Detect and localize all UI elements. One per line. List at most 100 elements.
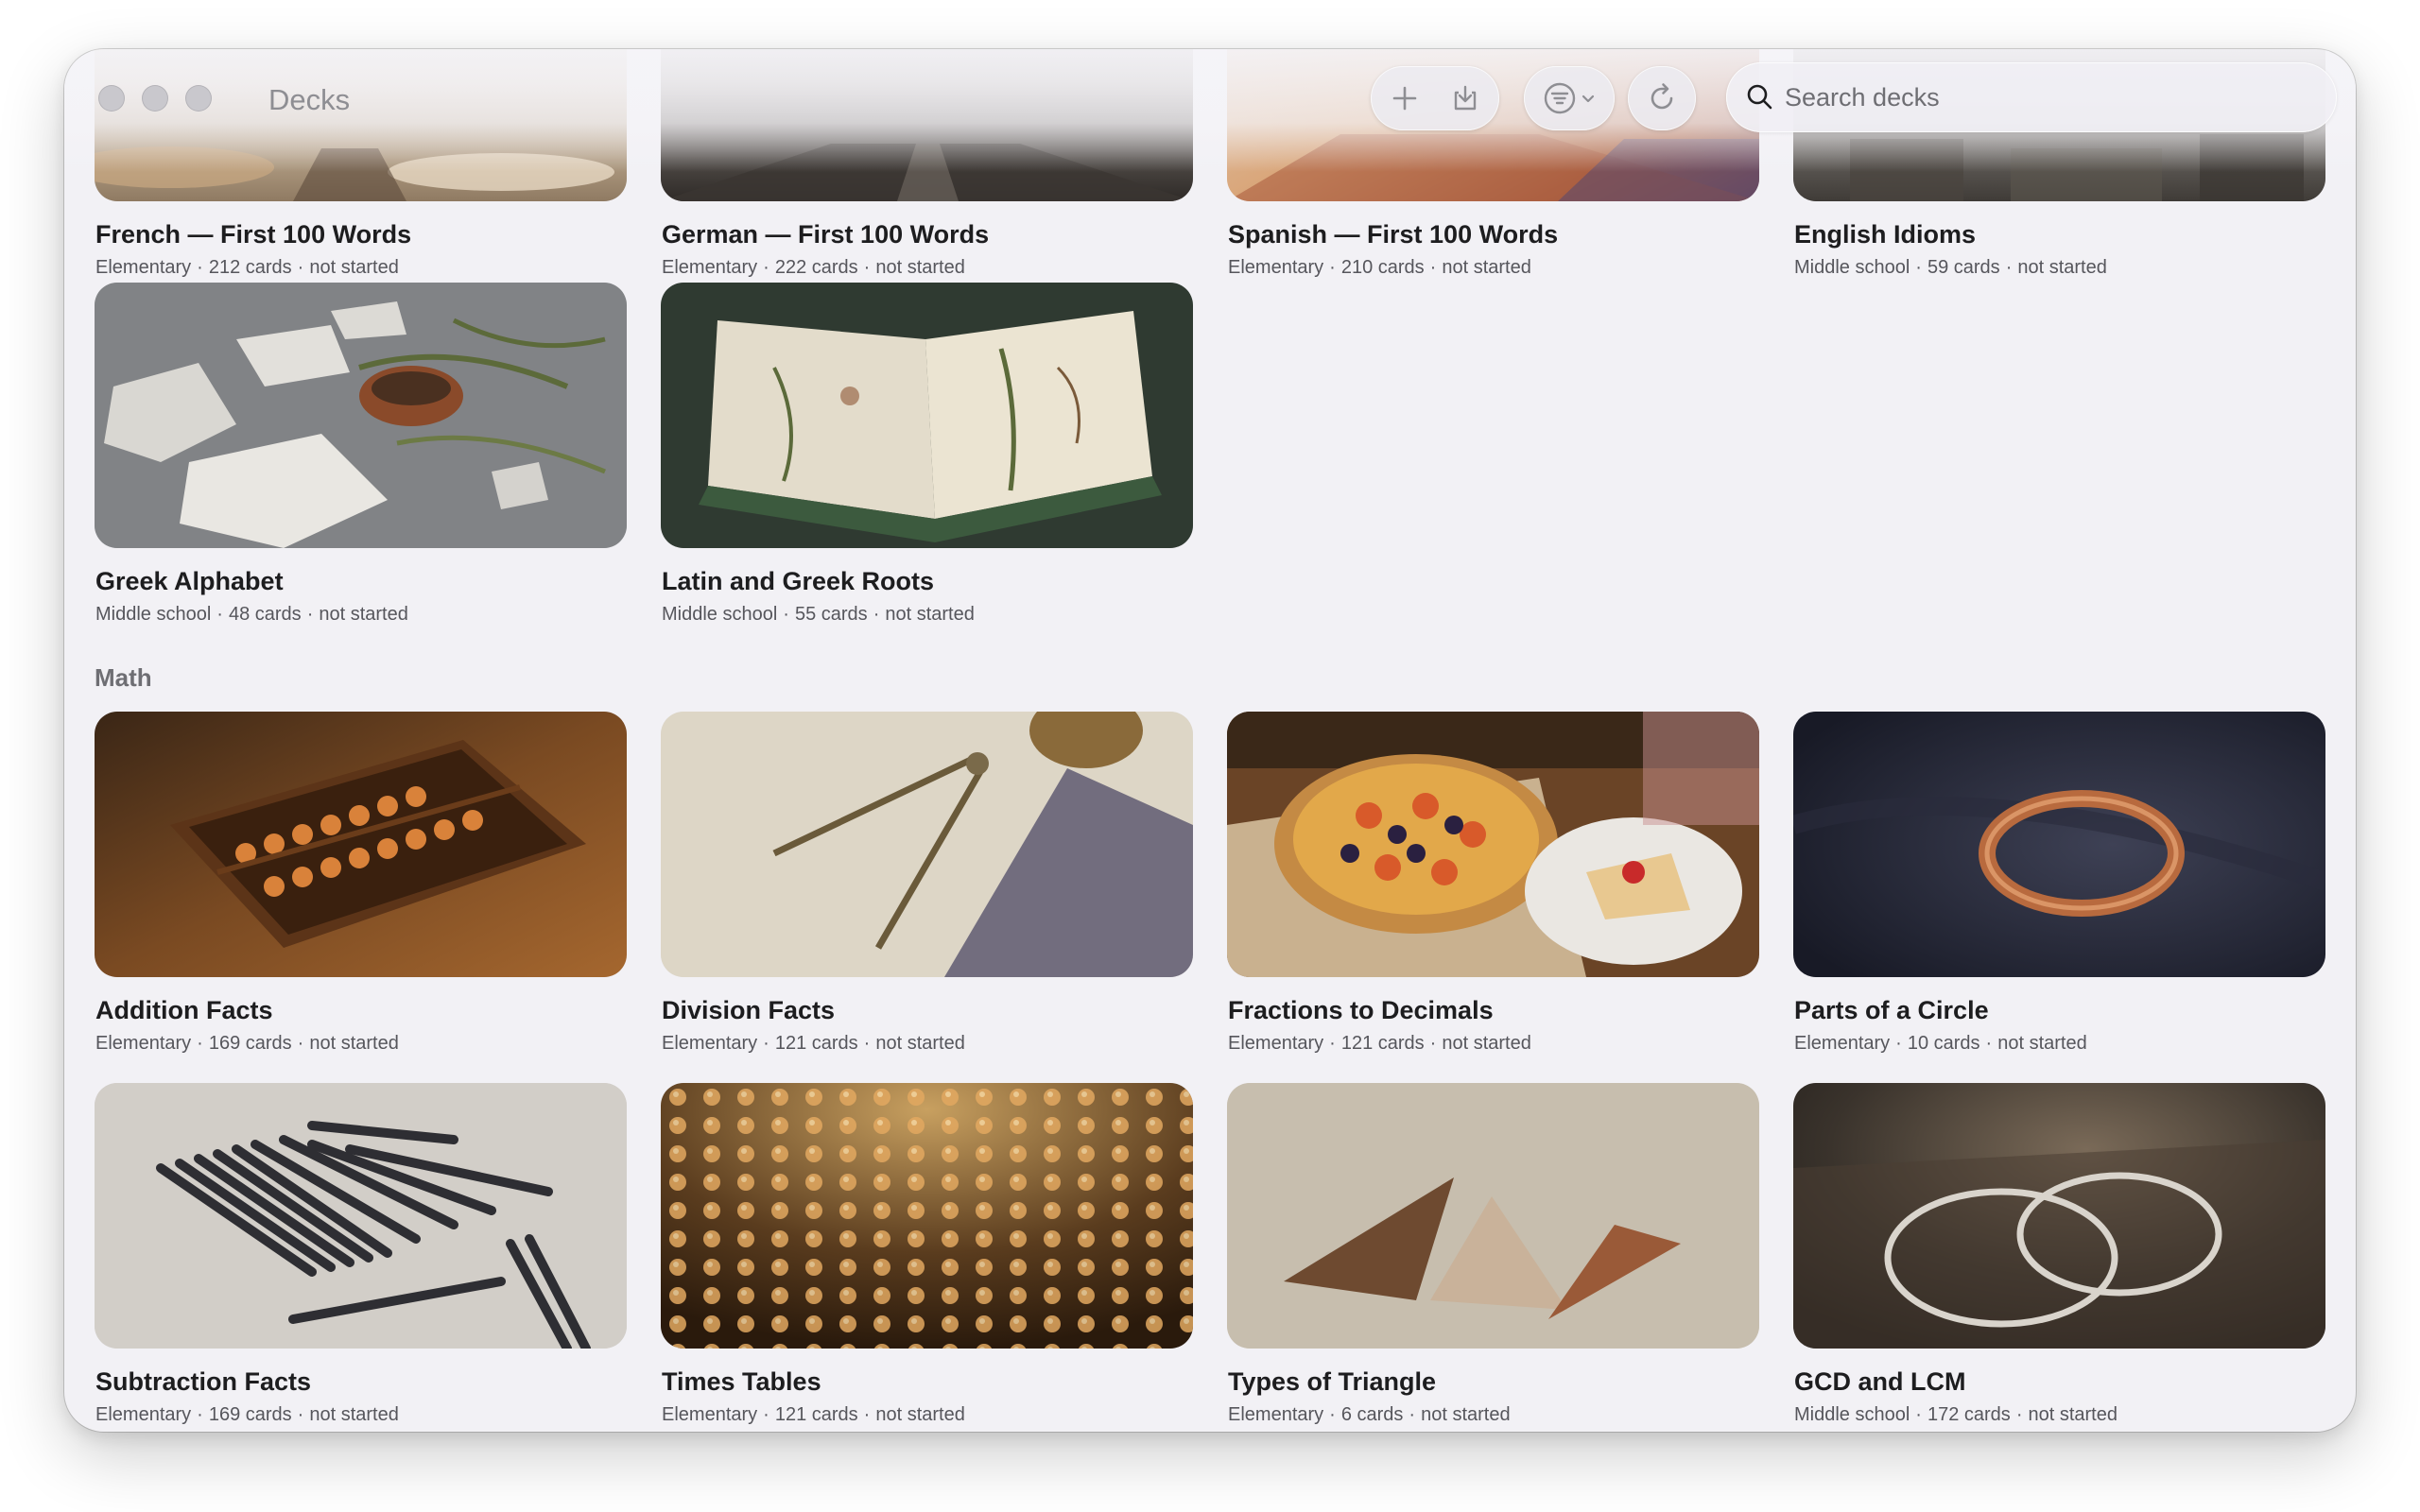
deck-level: Elementary [1794,1033,1891,1054]
meta-separator: · [297,1404,304,1425]
meta-separator: · [216,604,223,625]
window-title: Decks [268,83,351,116]
deck-card-division-facts[interactable]: Division Facts Elementary · 121 cards · not … [661,712,1193,1054]
deck-status: not started [2017,257,2107,278]
deck-card-count: 48 cards [228,604,302,625]
deck-title: English Idioms [1794,220,1977,249]
search-input[interactable] [1785,62,2314,132]
deck-meta: Elementary · 6 cards · not started [1228,1404,1511,1426]
deck-card-count: 172 cards [1927,1404,2011,1425]
filter-lines-circle-icon [1543,81,1577,115]
deck-status: not started [309,1033,399,1054]
tray-arrow-down-icon[interactable] [1435,66,1495,130]
deck-card-gcd-lcm[interactable]: GCD and LCM Middle school · 172 cards · not … [1793,1083,2325,1425]
meta-separator: · [1915,257,1922,278]
deck-title: Latin and Greek Roots [662,567,935,595]
meta-separator: · [197,1404,203,1425]
deck-status: not started [1442,1033,1531,1054]
deck-meta: Elementary · 222 cards · not started [662,257,965,279]
deck-title: French — First 100 Words [95,220,412,249]
deck-card-count: 6 cards [1340,1404,1404,1425]
deck-grid: French — First 100 Words Elementary · 212 … [64,49,2356,1432]
deck-title: Times Tables [662,1367,821,1396]
chevron-down-icon [1581,91,1596,106]
deck-level: Elementary [95,1033,192,1054]
close-window-button[interactable] [98,85,125,112]
deck-thumbnail [1793,1083,2325,1349]
deck-status: not started [885,604,975,625]
deck-card-addition-facts[interactable]: Addition Facts Elementary · 169 cards · not … [95,712,627,1054]
zoom-window-button[interactable] [185,85,212,112]
app-window: French — First 100 Words Elementary · 212 … [64,49,2356,1432]
deck-thumbnail [1227,712,1759,977]
search-icon [1745,82,1775,112]
deck-meta: Middle school · 59 cards · not started [1794,257,2107,279]
deck-meta: Middle school · 55 cards · not started [662,604,975,626]
deck-level: Elementary [662,1033,758,1054]
deck-card-count: 121 cards [774,1404,858,1425]
deck-level: Elementary [1228,1033,1324,1054]
meta-separator: · [297,1033,304,1054]
deck-thumbnail [661,283,1193,548]
deck-status: not started [2028,1404,2118,1425]
meta-separator: · [297,257,304,278]
deck-status: not started [1442,257,1531,278]
deck-card-count: 169 cards [208,1033,292,1054]
deck-status: not started [319,604,408,625]
meta-separator: · [1409,1404,1416,1425]
deck-card-times-tables[interactable]: Times Tables Elementary · 121 cards · not st… [661,1083,1193,1425]
meta-separator: · [763,257,769,278]
meta-separator: · [1329,1033,1336,1054]
deck-status: not started [309,1404,399,1425]
deck-card-count: 121 cards [1340,1033,1425,1054]
deck-title: Spanish — First 100 Words [1228,220,1559,249]
deck-meta: Elementary · 121 cards · not started [662,1033,965,1055]
deck-card-greek-alphabet[interactable]: Greek Alphabet Middle school · 48 cards · no… [95,283,627,625]
deck-title: Division Facts [662,996,836,1024]
meta-separator: · [2015,1404,2023,1425]
deck-card-latin-greek-roots[interactable]: Latin and Greek Roots Middle school · 55 c… [661,283,1193,625]
deck-card-count: 212 cards [208,257,292,278]
deck-level: Middle school [1794,257,1910,278]
deck-card-count: 55 cards [794,604,868,625]
deck-thumbnail [1227,1083,1759,1349]
meta-separator: · [1895,1033,1902,1054]
deck-title: Subtraction Facts [95,1367,312,1396]
plus-icon[interactable] [1374,66,1435,130]
deck-title: Greek Alphabet [95,567,284,595]
deck-card-count: 169 cards [208,1404,292,1425]
deck-title: Types of Triangle [1228,1367,1437,1396]
deck-meta: Elementary · 210 cards · not started [1228,257,1531,279]
minimize-window-button[interactable] [142,85,168,112]
deck-meta: Elementary · 10 cards · not started [1794,1033,2087,1055]
meta-separator: · [763,1033,769,1054]
deck-thumbnail [95,1083,627,1349]
deck-meta: Elementary · 121 cards · not started [662,1404,965,1426]
deck-card-fractions-decimals[interactable]: Fractions to Decimals Elementary · 121 car… [1227,712,1759,1054]
deck-status: not started [1421,1404,1511,1425]
refresh-button[interactable] [1628,66,1696,130]
deck-title: Addition Facts [95,996,273,1024]
meta-separator: · [863,1033,871,1054]
meta-separator: · [763,1404,769,1425]
meta-separator: · [197,257,203,278]
filter-button[interactable] [1524,66,1615,130]
arrow-clockwise-icon [1646,82,1678,114]
deck-thumbnail [95,712,627,977]
search-field[interactable] [1726,62,2337,132]
deck-meta: Middle school · 48 cards · not started [95,604,408,626]
deck-level: Middle school [662,604,778,625]
deck-card-types-of-triangle[interactable]: Types of Triangle Elementary · 6 cards · not… [1227,1083,1759,1425]
deck-card-count: 10 cards [1907,1033,1980,1054]
meta-separator: · [873,604,880,625]
deck-card-count: 121 cards [774,1033,858,1054]
deck-level: Middle school [95,604,212,625]
deck-card-parts-of-circle[interactable]: Parts of a Circle Elementary · 10 cards · no… [1793,712,2325,1054]
deck-status: not started [309,257,399,278]
deck-title: Fractions to Decimals [1228,996,1494,1024]
deck-thumbnail [95,283,627,548]
deck-level: Elementary [662,257,758,278]
meta-separator: · [863,1404,871,1425]
deck-card-subtraction-facts[interactable]: Subtraction Facts Elementary · 169 cards · n… [95,1083,627,1425]
deck-status: not started [875,257,965,278]
